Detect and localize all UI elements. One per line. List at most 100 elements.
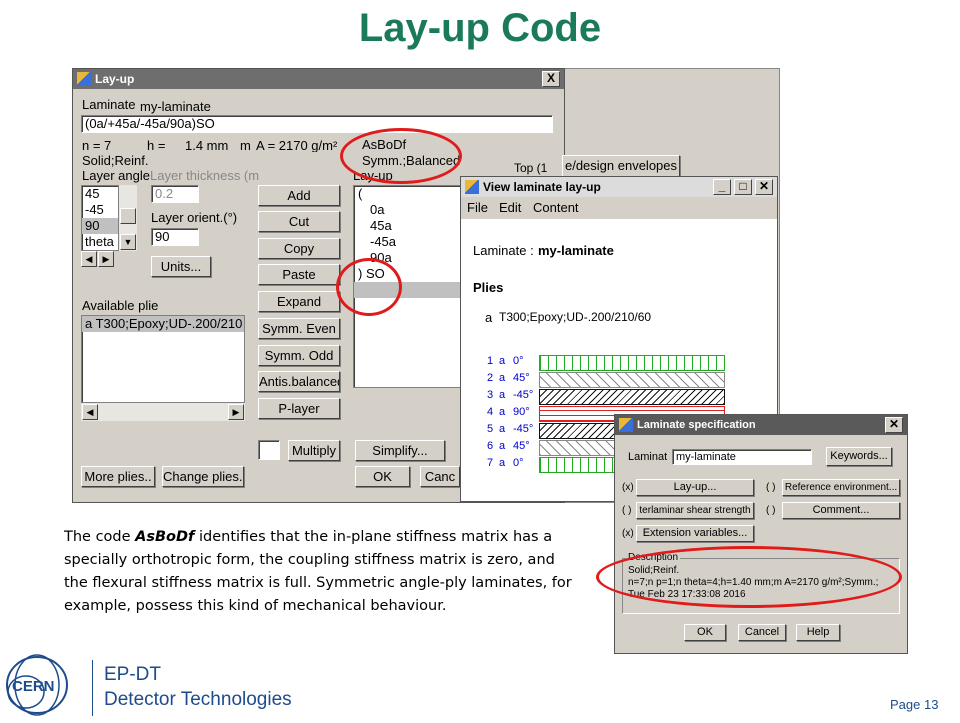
close-icon[interactable]: ✕ — [755, 179, 773, 195]
ply-letter: a — [499, 406, 506, 418]
ply-angle: 45° — [513, 372, 530, 384]
thickness-unit: m — [240, 138, 251, 153]
list-item[interactable]: 0a — [354, 202, 462, 218]
multiply-button[interactable]: Multiply — [288, 440, 340, 461]
ply-angle: 0° — [513, 355, 524, 367]
scroll-thumb[interactable] — [120, 208, 136, 224]
org-division: Detector Technologies — [104, 689, 292, 710]
list-item[interactable]: -45 — [82, 202, 118, 218]
view-titlebar: View laminate lay-up _ □ ✕ — [461, 177, 777, 197]
layer-orient-label: Layer orient.(°) — [151, 210, 238, 225]
ply-number: 6 — [487, 440, 494, 452]
antis-balanced-button[interactable]: Antis.balanced — [258, 371, 340, 392]
footer-divider — [92, 660, 93, 716]
spec-title: Laminate specification — [637, 419, 756, 431]
plies-heading: Plies — [473, 280, 504, 295]
ply-letter: a — [499, 372, 506, 384]
scroll-left-icon[interactable]: ◀ — [82, 404, 98, 420]
menu-edit[interactable]: Edit — [499, 197, 521, 219]
keywords-button[interactable]: Keywords... — [826, 447, 892, 466]
close-icon[interactable]: ✕ — [885, 417, 903, 433]
ok-button[interactable]: OK — [355, 466, 410, 487]
paste-button[interactable]: Paste — [258, 264, 340, 285]
ply-number: 4 — [487, 406, 494, 418]
menu-file[interactable]: File — [467, 197, 488, 219]
plies-hscrollbar[interactable] — [81, 403, 245, 421]
change-plies-button[interactable]: Change plies.. — [162, 466, 244, 487]
extension-variables-button[interactable]: Extension variables... — [636, 525, 754, 542]
comment-flag[interactable]: ( ) — [766, 505, 775, 516]
ply-count: n = 7 — [82, 138, 112, 153]
comment-button[interactable]: Comment... — [782, 502, 900, 519]
ply-number: 7 — [487, 457, 494, 469]
thickness-value: 1.4 mm — [185, 138, 229, 153]
laminat-label: Laminat — [628, 451, 668, 463]
shear-flag[interactable]: ( ) — [622, 505, 631, 516]
symm-even-button[interactable]: Symm. Even — [258, 318, 340, 339]
layup-flag[interactable]: (x) — [622, 482, 634, 493]
cancel-button[interactable]: Canc — [420, 466, 460, 487]
design-envelopes-tab[interactable]: e/design envelopes — [562, 155, 680, 177]
layer-orient-input[interactable]: 90 — [151, 228, 199, 246]
chevron-down-icon[interactable]: ▼ — [120, 234, 136, 250]
extension-flag[interactable]: (x) — [622, 528, 634, 539]
window-icon — [77, 72, 91, 86]
ply-letter: a — [499, 457, 506, 469]
list-item[interactable]: ( — [354, 186, 462, 202]
expand-button[interactable]: Expand — [258, 291, 340, 312]
ply-angle: 45° — [513, 440, 530, 452]
ply-row: 2 a 45° — [461, 372, 777, 389]
minimize-icon[interactable]: _ — [713, 179, 731, 195]
spec-help-button[interactable]: Help — [796, 624, 840, 641]
maximize-icon[interactable]: □ — [734, 179, 752, 195]
ply-letter: a — [499, 355, 506, 367]
layer-thickness-input[interactable]: 0.2 — [151, 185, 199, 203]
window-icon — [619, 418, 633, 432]
layup-title: Lay-up — [95, 72, 135, 86]
simplify-button[interactable]: Simplify... — [355, 440, 445, 461]
scroll-right-icon[interactable]: ▶ — [228, 404, 244, 420]
ply-description: T300;Epoxy;UD-.200/210/60 — [499, 310, 652, 324]
scroll-left-icon[interactable]: ◀ — [81, 251, 97, 267]
list-item[interactable]: theta — [82, 234, 118, 250]
reference-environment-button[interactable]: Reference environment... — [782, 479, 900, 496]
spec-cancel-button[interactable]: Cancel — [738, 624, 786, 641]
ply-layer-bar — [539, 389, 725, 405]
top-label: Top (1 — [514, 161, 548, 175]
layup-spec-button[interactable]: Lay-up... — [636, 479, 754, 496]
layup-code-input[interactable]: (0a/+45a/-45a/90a)SO — [81, 115, 553, 133]
scroll-right-icon[interactable]: ▶ — [98, 251, 114, 267]
multiply-factor-input[interactable] — [258, 440, 280, 460]
menu-content[interactable]: Content — [533, 197, 579, 219]
description-code: AsBoDf — [135, 529, 195, 545]
list-item[interactable]: 45 — [82, 186, 118, 202]
list-item[interactable]: a T300;Epoxy;UD-.200/210 — [82, 316, 244, 332]
close-icon[interactable]: X — [542, 71, 560, 87]
view-menubar: File Edit Content — [461, 197, 777, 219]
highlight-circle-description — [596, 546, 902, 608]
interlaminar-shear-button[interactable]: terlaminar shear strength — [636, 502, 754, 519]
laminat-input[interactable]: my-laminate — [672, 449, 812, 465]
p-layer-button[interactable]: P-layer — [258, 398, 340, 419]
units-button[interactable]: Units... — [151, 256, 211, 277]
slide-title: Lay-up Code — [358, 6, 602, 50]
symm-odd-button[interactable]: Symm. Odd — [258, 345, 340, 366]
add-button[interactable]: Add — [258, 185, 340, 206]
copy-button[interactable]: Copy — [258, 238, 340, 259]
cern-logo: CERN — [4, 652, 70, 718]
list-item[interactable]: 90 — [82, 218, 118, 234]
more-plies-button[interactable]: More plies.. — [81, 466, 155, 487]
ply-row: 3 a -45° — [461, 389, 777, 406]
spec-ok-button[interactable]: OK — [684, 624, 726, 641]
list-item[interactable]: -45a — [354, 234, 462, 250]
angle-list[interactable]: 45 -45 90 theta — [81, 185, 119, 251]
highlight-circle-so — [336, 258, 402, 316]
ref-env-flag[interactable]: ( ) — [766, 482, 775, 493]
cern-logo-text: CERN — [12, 678, 55, 695]
list-item[interactable]: 45a — [354, 218, 462, 234]
available-plies-list[interactable]: a T300;Epoxy;UD-.200/210 — [81, 315, 245, 403]
cut-button[interactable]: Cut — [258, 211, 340, 232]
laminate-label: Laminate — [82, 97, 136, 112]
ply-row: 1 a 0° — [461, 355, 777, 372]
spec-titlebar: Laminate specification ✕ — [615, 415, 907, 435]
